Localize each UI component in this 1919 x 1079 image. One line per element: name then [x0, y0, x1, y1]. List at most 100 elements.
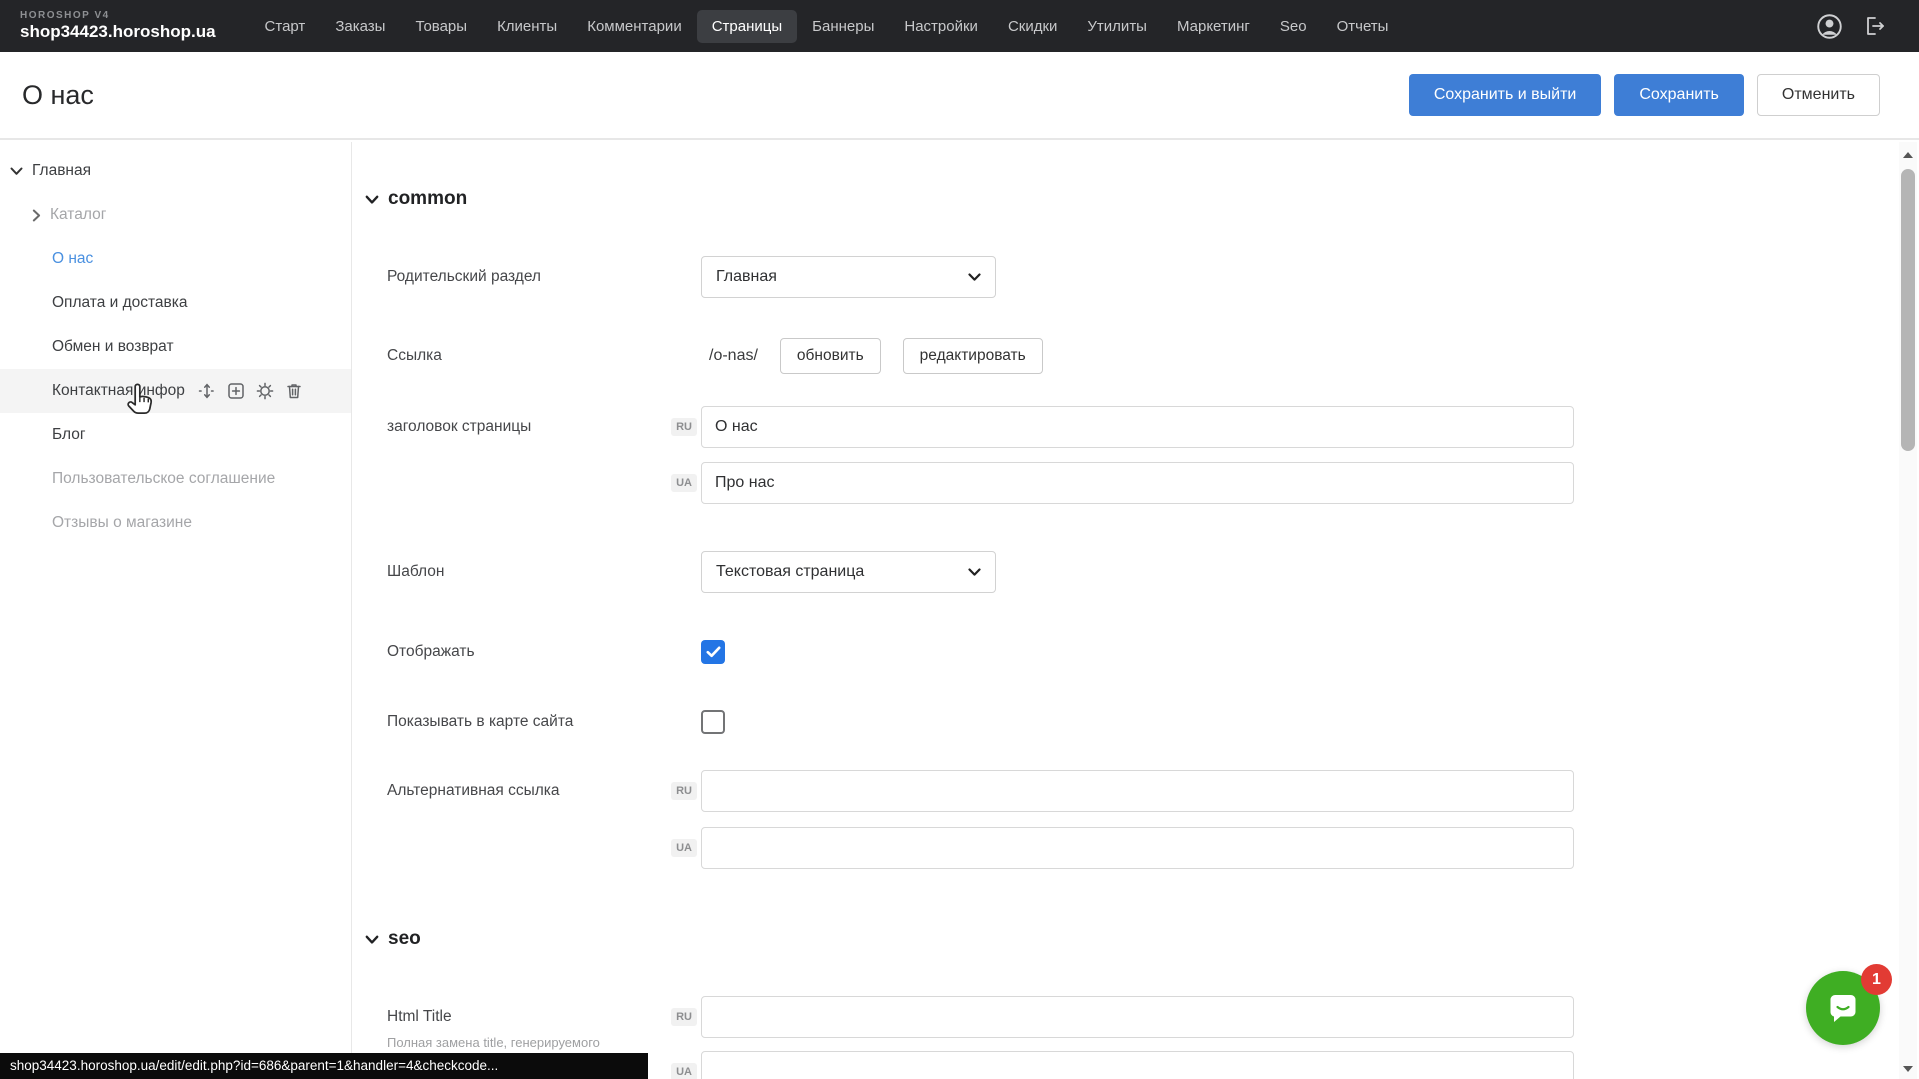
scroll-down-icon[interactable]: [1899, 1060, 1917, 1077]
tree-item-actions: [198, 382, 303, 400]
tree-item-glavnaya[interactable]: Главная: [0, 149, 351, 193]
field-hint: Полная замена title, генерируемого: [387, 1035, 1899, 1050]
tree-item-label: Оплата и доставка: [52, 294, 188, 312]
page-title: О нас: [22, 80, 94, 111]
lang-badge-ru: RU: [657, 996, 697, 1038]
alt-link-ua-row: UA: [353, 827, 1899, 869]
link-path: /o-nas/: [709, 347, 758, 365]
top-navbar: HOROSHOP V4 shop34423.horoshop.ua Старт …: [0, 0, 1919, 52]
browser-status-bar: shop34423.horoshop.ua/edit/edit.php?id=6…: [0, 1053, 648, 1079]
tree-item-otzyvy-o-magazine[interactable]: Отзывы о магазине: [0, 501, 351, 545]
lang-badge-ua: UA: [657, 462, 697, 504]
cancel-button[interactable]: Отменить: [1757, 74, 1880, 116]
save-and-exit-button[interactable]: Сохранить и выйти: [1409, 74, 1602, 116]
section-seo[interactable]: seo: [353, 925, 1899, 953]
nav-item-discounts[interactable]: Скидки: [993, 10, 1072, 43]
page-title-ua-input[interactable]: [701, 462, 1574, 504]
link-row: Ссылка /o-nas/ обновить редактировать: [353, 335, 1899, 377]
nav-item-utilities[interactable]: Утилиты: [1072, 10, 1162, 43]
section-title: seo: [388, 928, 421, 950]
section-common[interactable]: common: [353, 185, 1899, 213]
template-row: Шаблон Текстовая страница: [353, 551, 1899, 593]
tree-item-polzovatelskoe-soglashenie[interactable]: Пользовательское соглашение: [0, 457, 351, 501]
html-title-ua-input[interactable]: [701, 1051, 1574, 1079]
nav-item-clients[interactable]: Клиенты: [482, 10, 572, 43]
alt-link-ru-row: Альтернативная ссылка RU: [353, 770, 1899, 812]
tree-item-blog[interactable]: Блог: [0, 413, 351, 457]
field-label: заголовок страницы: [387, 406, 531, 448]
field-label: Шаблон: [387, 551, 444, 593]
display-checkbox[interactable]: [701, 640, 725, 664]
update-link-button[interactable]: обновить: [780, 338, 881, 374]
html-title-ru-row: Html Title RU: [353, 996, 1899, 1038]
tree-item-label: Каталог: [50, 206, 106, 224]
nav-item-seo[interactable]: Seo: [1265, 10, 1322, 43]
chevron-down-icon: [968, 568, 981, 577]
tree-item-label: Отзывы о магазине: [52, 514, 192, 532]
tree-item-katalog[interactable]: Каталог: [0, 193, 351, 237]
nav-item-products[interactable]: Товары: [400, 10, 482, 43]
nav-item-banners[interactable]: Баннеры: [797, 10, 889, 43]
sitemap-checkbox[interactable]: [701, 710, 725, 734]
move-icon[interactable]: [198, 382, 216, 400]
vertical-scrollbar[interactable]: [1899, 142, 1917, 1079]
section-title: common: [388, 188, 467, 210]
nav-item-reports[interactable]: Отчеты: [1322, 10, 1404, 43]
tree-item-label: Контактная инфор: [52, 382, 185, 400]
lang-badge-ua: UA: [657, 827, 697, 869]
page-title-ru-row: заголовок страницы RU: [353, 406, 1899, 448]
field-label: Html Title: [387, 996, 452, 1038]
tree-item-label: О нас: [52, 250, 93, 268]
nav-item-pages[interactable]: Страницы: [697, 10, 797, 43]
alt-link-ua-input[interactable]: [701, 827, 1574, 869]
parent-section-select[interactable]: Главная: [701, 256, 996, 298]
tree-item-obmen-i-vozvrat[interactable]: Обмен и возврат: [0, 325, 351, 369]
page-title-ru-input[interactable]: [701, 406, 1574, 448]
scroll-up-icon[interactable]: [1899, 146, 1917, 163]
nav-item-settings[interactable]: Настройки: [889, 10, 993, 43]
select-value: Текстовая страница: [716, 563, 864, 581]
logo-shop-name: shop34423.horoshop.ua: [20, 22, 216, 42]
page-title-ua-row: UA: [353, 462, 1899, 504]
chevron-down-icon[interactable]: [10, 167, 23, 176]
page-header: О нас Сохранить и выйти Сохранить Отмени…: [0, 52, 1919, 140]
logout-icon[interactable]: [1863, 14, 1887, 38]
html-title-ru-input[interactable]: [701, 996, 1574, 1038]
field-label: Альтернативная ссылка: [387, 770, 560, 812]
nav-item-orders[interactable]: Заказы: [320, 10, 400, 43]
edit-link-button[interactable]: редактировать: [903, 338, 1043, 374]
nav-item-comments[interactable]: Комментарии: [572, 10, 696, 43]
tree-item-oplata-i-dostavka[interactable]: Оплата и доставка: [0, 281, 351, 325]
tree-item-o-nas[interactable]: О нас: [0, 237, 351, 281]
lang-badge-ua: UA: [657, 1051, 697, 1079]
lang-badge-ru: RU: [657, 406, 697, 448]
hand-cursor-icon: [126, 382, 156, 419]
scrollbar-thumb[interactable]: [1901, 169, 1915, 451]
page-edit-form: common Родительский раздел Главная Ссылк…: [353, 142, 1899, 1079]
nav-item-marketing[interactable]: Маркетинг: [1162, 10, 1265, 43]
chevron-down-icon: [365, 195, 379, 205]
screen: HOROSHOP V4 shop34423.horoshop.ua Старт …: [0, 0, 1919, 1079]
checkmark-icon: [706, 646, 721, 658]
chevron-right-icon[interactable]: [32, 209, 41, 222]
account-icon[interactable]: [1816, 13, 1843, 40]
tree-item-kontaktnaya-infor[interactable]: Контактная инфор: [0, 369, 351, 413]
chevron-down-icon: [968, 273, 981, 282]
sitemap-row: Показывать в карте сайта: [353, 701, 1899, 743]
template-select[interactable]: Текстовая страница: [701, 551, 996, 593]
trash-icon[interactable]: [285, 382, 303, 400]
main-menu: Старт Заказы Товары Клиенты Комментарии …: [250, 10, 1404, 43]
gear-icon[interactable]: [256, 382, 274, 400]
nav-item-start[interactable]: Старт: [250, 10, 321, 43]
pages-tree-sidebar: Главная Каталог О нас Оплата и доставка …: [0, 142, 352, 1079]
chat-unread-badge: 1: [1861, 964, 1892, 995]
field-label: Ссылка: [387, 335, 442, 377]
display-row: Отображать: [353, 631, 1899, 673]
tree-item-label: Пользовательское соглашение: [52, 470, 275, 488]
alt-link-ru-input[interactable]: [701, 770, 1574, 812]
add-icon[interactable]: [227, 382, 245, 400]
logo[interactable]: HOROSHOP V4 shop34423.horoshop.ua: [20, 10, 216, 42]
chat-bubble-icon: [1823, 988, 1863, 1028]
field-label: Отображать: [387, 631, 475, 673]
save-button[interactable]: Сохранить: [1614, 74, 1744, 116]
